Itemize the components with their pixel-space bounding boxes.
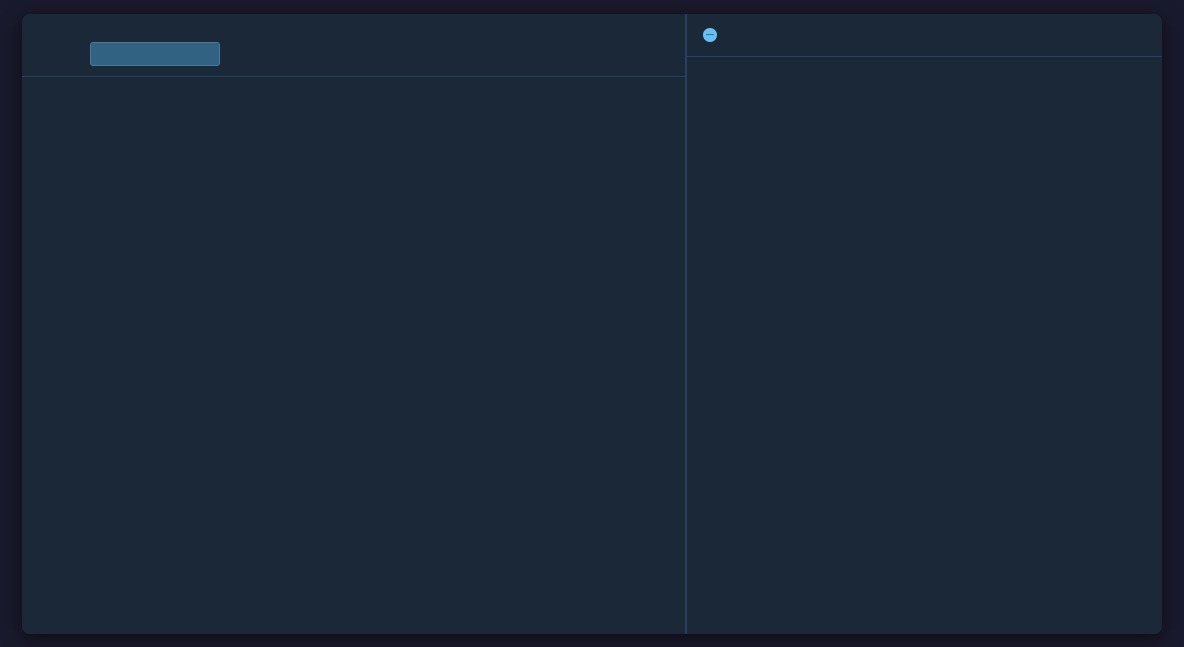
right-header: — xyxy=(687,14,1162,57)
left-panel xyxy=(22,14,687,634)
sort-controls xyxy=(62,42,220,66)
included-games-label xyxy=(42,46,46,61)
right-panel: — xyxy=(687,14,1162,634)
search-input[interactable] xyxy=(90,42,220,66)
main-container: — xyxy=(22,14,1162,634)
left-header xyxy=(22,14,685,77)
games-grid xyxy=(22,77,685,634)
left-controls xyxy=(42,42,665,66)
steam-dash-icon: — xyxy=(703,28,717,42)
games-list xyxy=(687,57,1162,634)
